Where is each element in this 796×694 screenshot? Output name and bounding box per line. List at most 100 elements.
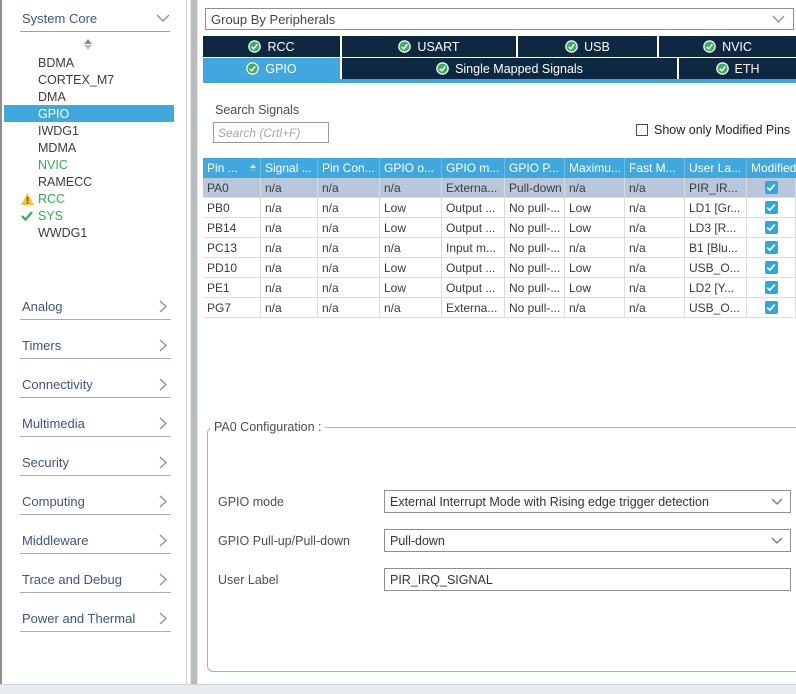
input-user-label[interactable]	[384, 568, 791, 591]
sidebar-item-mdma[interactable]: MDMA	[2, 139, 187, 156]
sidebar-item-bdma[interactable]: BDMA	[2, 54, 187, 71]
modified-checkbox[interactable]	[765, 301, 778, 314]
cell-fast-m: n/a	[625, 278, 685, 298]
sidebar-section-computing[interactable]: Computing	[2, 488, 187, 527]
chevron-right-icon	[159, 300, 167, 313]
sidebar-item-rcc[interactable]: RCC	[2, 190, 187, 207]
modified-checkbox[interactable]	[765, 181, 778, 194]
sidebar-section-connectivity[interactable]: Connectivity	[2, 371, 187, 410]
sidebar-item-cortex-m7[interactable]: CORTEX_M7	[2, 71, 187, 88]
sidebar-section-timers[interactable]: Timers	[2, 332, 187, 371]
item-icon-placeholder	[20, 57, 34, 69]
tab-single-mapped-signals[interactable]: Single Mapped Signals	[340, 58, 677, 79]
sidebar-divider	[20, 31, 170, 32]
cell-pin-con: n/a	[318, 298, 380, 318]
group-by-dropdown[interactable]: Group By Peripherals	[205, 8, 794, 30]
column-header-label: Pin Con...	[322, 161, 375, 175]
tab-usart[interactable]: USART	[340, 36, 516, 57]
tab-nvic[interactable]: NVIC	[657, 36, 796, 57]
field-label: GPIO mode	[218, 495, 384, 509]
cell-gpio-o: Low	[380, 218, 442, 238]
sidebar-item-label: RCC	[38, 192, 65, 206]
item-icon-placeholder	[20, 91, 34, 103]
config-field-gpio-mode: GPIO modeExternal Interrupt Mode with Ri…	[218, 490, 796, 513]
sidebar-item-label: MDMA	[38, 141, 76, 155]
modified-checkbox[interactable]	[765, 221, 778, 234]
peripheral-tabs-row-2: GPIOSingle Mapped SignalsETH	[203, 58, 796, 79]
sidebar-item-wwdg1[interactable]: WWDG1	[2, 224, 187, 241]
tab-eth[interactable]: ETH	[677, 58, 796, 79]
item-icon-placeholder	[20, 142, 34, 154]
column-header-label: Pin ...	[207, 161, 238, 175]
cell-user-la: LD2 [Y...	[685, 278, 747, 298]
table-row-pb0[interactable]: PB0n/an/aLowOutput ...No pull-...Lown/aL…	[203, 198, 796, 218]
cell-pin: PD10	[203, 258, 261, 278]
column-header-modified[interactable]: Modified	[747, 158, 796, 178]
check-icon	[20, 210, 34, 222]
category-divider	[20, 436, 171, 437]
chevron-down-icon	[771, 537, 783, 544]
cell-pin-con: n/a	[318, 258, 380, 278]
column-header-signal[interactable]: Signal ...	[261, 158, 318, 178]
sidebar-item-iwdg1[interactable]: IWDG1	[2, 122, 187, 139]
table-row-pb14[interactable]: PB14n/an/aLowOutput ...No pull-...Lown/a…	[203, 218, 796, 238]
select-gpio-mode[interactable]: External Interrupt Mode with Rising edge…	[384, 490, 791, 513]
column-header-gpio-m[interactable]: GPIO m...	[442, 158, 505, 178]
sidebar-section-security[interactable]: Security	[2, 449, 187, 488]
sidebar-item-label: GPIO	[38, 107, 69, 121]
sidebar-section-power-and-thermal[interactable]: Power and Thermal	[2, 605, 187, 644]
column-header-user-la[interactable]: User La...	[685, 158, 747, 178]
column-header-pin-con[interactable]: Pin Con...	[318, 158, 380, 178]
panel-splitter[interactable]	[190, 0, 198, 684]
tab-usb[interactable]: USB	[516, 36, 657, 57]
column-header-label: Signal ...	[265, 161, 312, 175]
sidebar-section-trace-and-debug[interactable]: Trace and Debug	[2, 566, 187, 605]
sort-toggle-icon[interactable]	[80, 37, 96, 51]
item-icon-placeholder	[20, 227, 34, 239]
modified-checkbox[interactable]	[765, 261, 778, 274]
table-row-pc13[interactable]: PC13n/an/an/aInput m...No pull-...n/an/a…	[203, 238, 796, 258]
sidebar-section-system-core[interactable]: System Core	[22, 9, 170, 27]
column-header-fast-m[interactable]: Fast M...	[625, 158, 685, 178]
select-gpio-pull-up-pull-down[interactable]: Pull-down	[384, 529, 791, 552]
cell-pin: PB0	[203, 198, 261, 218]
column-header-maximu[interactable]: Maximu...	[565, 158, 625, 178]
category-label: Multimedia	[22, 416, 85, 431]
cell-gpio-m: Output ...	[442, 218, 505, 238]
sidebar-item-ramecc[interactable]: RAMECC	[2, 173, 187, 190]
chevron-right-icon	[159, 495, 167, 508]
modified-checkbox[interactable]	[765, 281, 778, 294]
table-row-pa0[interactable]: PA0n/an/an/aExterna...Pull-downn/an/aPIR…	[203, 178, 796, 198]
table-row-pg7[interactable]: PG7n/an/an/aExterna...No pull-...n/an/aU…	[203, 298, 796, 318]
cell-pin: PC13	[203, 238, 261, 258]
column-header-gpio-p[interactable]: GPIO P...	[505, 158, 565, 178]
table-row-pd10[interactable]: PD10n/an/aLowOutput ...No pull-...Lown/a…	[203, 258, 796, 278]
sidebar-item-nvic[interactable]: NVIC	[2, 156, 187, 173]
category-divider	[20, 319, 171, 320]
table-row-pe1[interactable]: PE1n/an/aLowOutput ...No pull-...Lown/aL…	[203, 278, 796, 298]
chevron-right-icon	[159, 573, 167, 586]
tab-rcc[interactable]: RCC	[203, 36, 340, 57]
sidebar-item-sys[interactable]: SYS	[2, 207, 187, 224]
horizontal-scrollbar[interactable]	[0, 684, 796, 694]
show-only-modified-checkbox[interactable]	[636, 124, 648, 136]
search-signals-input[interactable]	[213, 122, 329, 143]
cell-fast-m: n/a	[625, 298, 685, 318]
check-circle-icon	[565, 40, 578, 53]
cell-pin-con: n/a	[318, 218, 380, 238]
column-header-pin[interactable]: Pin ...	[203, 158, 261, 178]
tab-gpio[interactable]: GPIO	[203, 58, 340, 79]
modified-checkbox[interactable]	[765, 201, 778, 214]
sidebar-item-dma[interactable]: DMA	[2, 88, 187, 105]
cell-modified	[747, 238, 796, 258]
sidebar-section-analog[interactable]: Analog	[2, 293, 187, 332]
sidebar-section-middleware[interactable]: Middleware	[2, 527, 187, 566]
sidebar-section-multimedia[interactable]: Multimedia	[2, 410, 187, 449]
column-header-gpio-o[interactable]: GPIO o...	[380, 158, 442, 178]
modified-checkbox[interactable]	[765, 241, 778, 254]
field-label: User Label	[218, 573, 384, 587]
cell-modified	[747, 198, 796, 218]
chevron-right-icon	[159, 378, 167, 391]
cell-user-la: USB_O...	[685, 298, 747, 318]
sidebar-item-gpio[interactable]: GPIO	[4, 105, 174, 122]
